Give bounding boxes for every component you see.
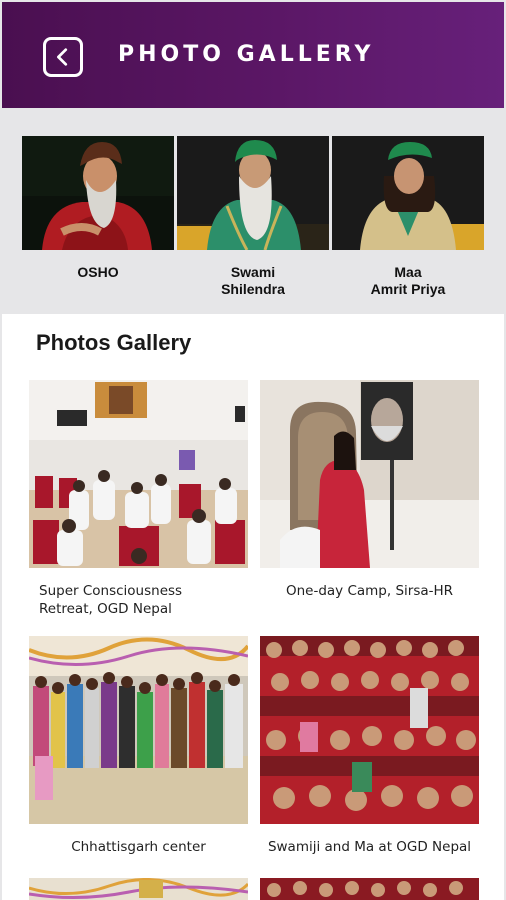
gallery-card[interactable]: One-day Camp, Sirsa-HR bbox=[260, 380, 479, 600]
chevron-left-icon bbox=[57, 48, 68, 66]
back-button[interactable] bbox=[43, 37, 83, 77]
gallery-thumbnail-partial[interactable] bbox=[260, 878, 479, 900]
featured-people: OSHO Swami Shilendra Maa Amrit Priya bbox=[0, 108, 506, 312]
featured-osho[interactable]: OSHO bbox=[22, 136, 174, 281]
osho-photo bbox=[22, 136, 174, 250]
app-header: PHOTO GALLERY bbox=[2, 2, 504, 108]
gallery-thumbnail bbox=[29, 380, 248, 568]
gallery-card[interactable]: Super Consciousness Retreat, OGD Nepal bbox=[29, 380, 248, 618]
gallery-caption: Swamiji and Ma at OGD Nepal bbox=[267, 839, 472, 855]
photos-gallery-panel: Photos Gallery Super Consciousness Retre… bbox=[2, 314, 504, 900]
maa-amrit-priya-photo bbox=[332, 136, 484, 250]
gallery-card[interactable]: Chhattisgarh center bbox=[29, 636, 248, 856]
gallery-thumbnail-partial[interactable] bbox=[29, 878, 248, 900]
gallery-thumbnail bbox=[260, 380, 479, 568]
gallery-caption: One-day Camp, Sirsa-HR bbox=[285, 583, 454, 599]
swami-shilendra-photo bbox=[177, 136, 329, 250]
gallery-card[interactable]: Swamiji and Ma at OGD Nepal bbox=[260, 636, 479, 856]
featured-name: Maa Amrit Priya bbox=[370, 264, 446, 297]
gallery-caption: Super Consciousness Retreat, OGD Nepal bbox=[39, 583, 183, 617]
gallery-thumbnail bbox=[29, 636, 248, 824]
featured-name: Swami Shilendra bbox=[221, 264, 285, 297]
page-title: PHOTO GALLERY bbox=[118, 42, 375, 67]
gallery-thumbnail bbox=[260, 636, 479, 824]
featured-maa-amrit-priya[interactable]: Maa Amrit Priya bbox=[332, 136, 484, 298]
featured-swami-shilendra[interactable]: Swami Shilendra bbox=[177, 136, 329, 298]
gallery-heading: Photos Gallery bbox=[36, 330, 192, 355]
gallery-caption: Chhattisgarh center bbox=[71, 839, 206, 855]
featured-name: OSHO bbox=[77, 264, 119, 280]
